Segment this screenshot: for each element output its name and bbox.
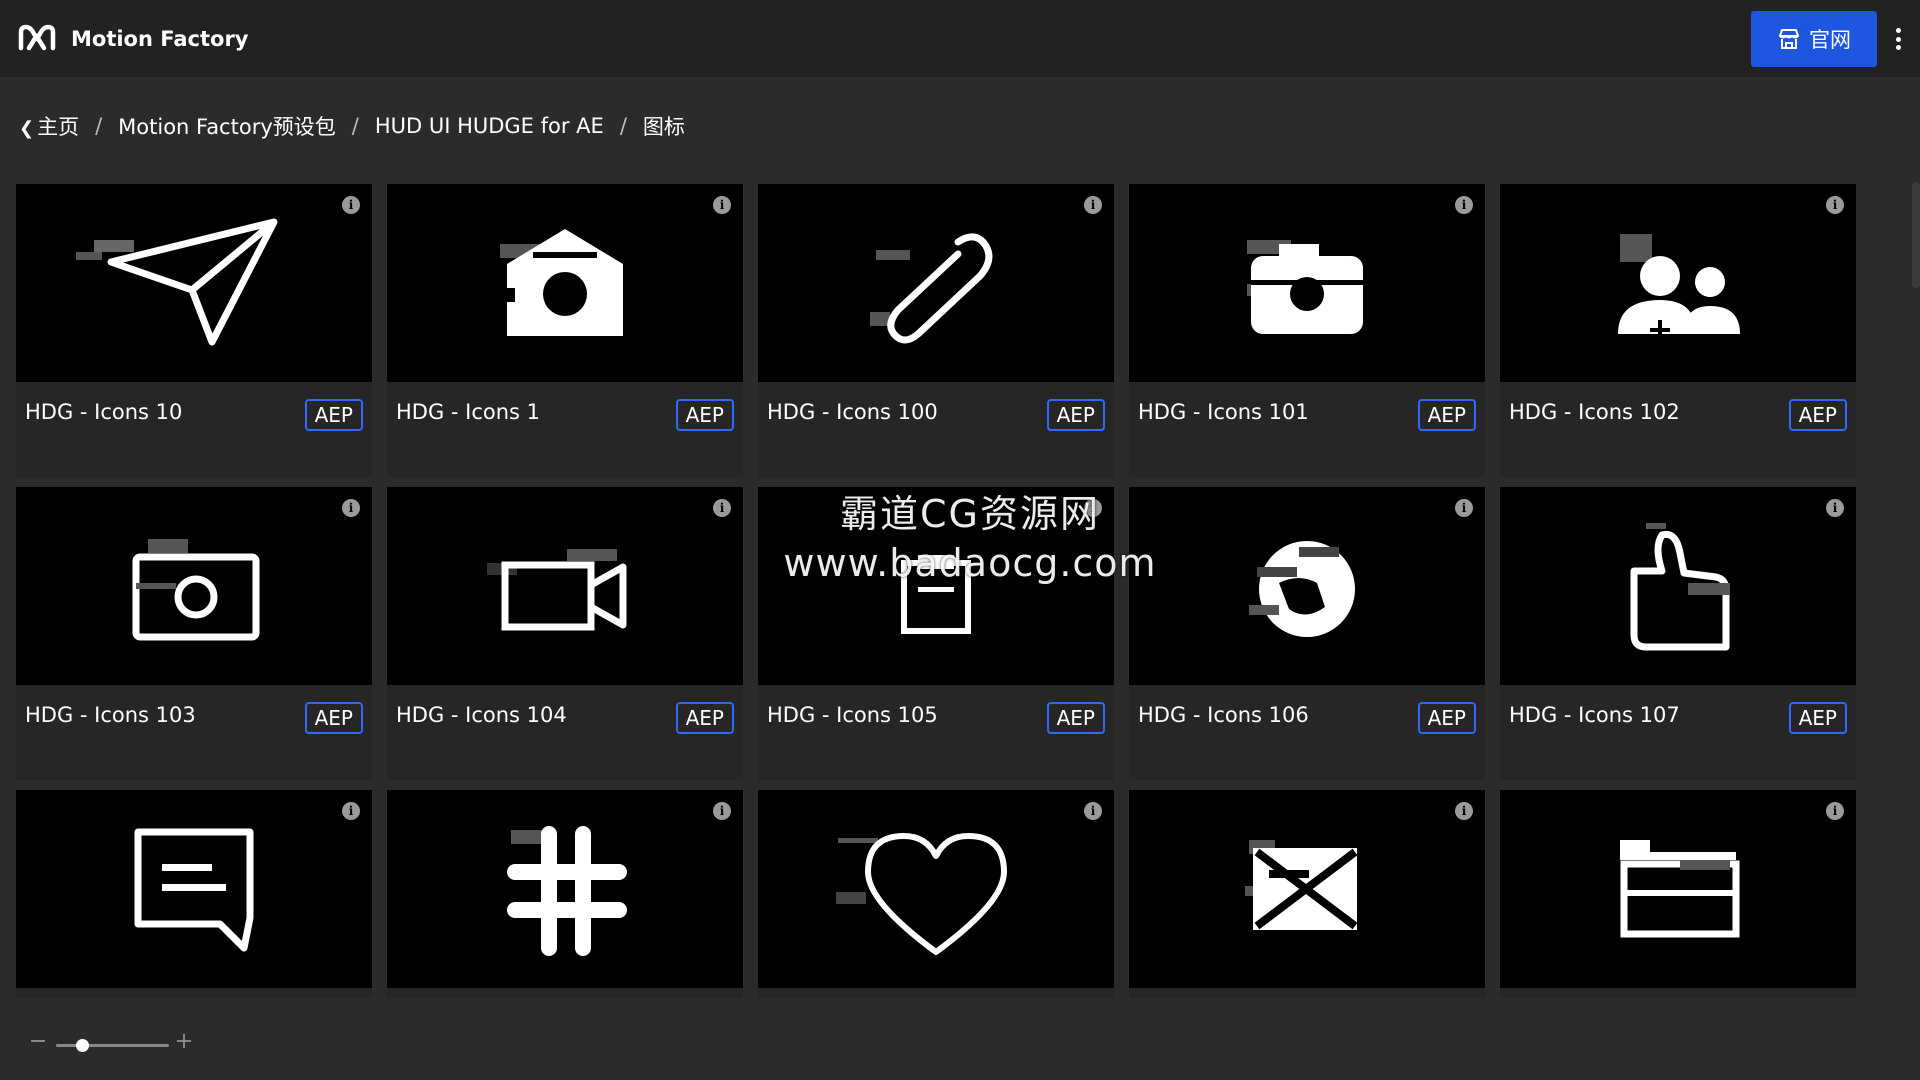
mail-icon [1245,840,1358,930]
info-icon[interactable]: i [713,499,731,517]
asset-card[interactable]: i HDG - Icons 107 AEP [1500,487,1856,780]
info-icon[interactable]: i [342,802,360,820]
asset-thumbnail[interactable]: i [1129,487,1485,685]
asset-thumbnail[interactable]: i [1500,790,1856,988]
info-icon[interactable]: i [713,802,731,820]
asset-thumbnail[interactable]: i [1129,184,1485,382]
info-icon[interactable]: i [1455,196,1473,214]
asset-thumbnail[interactable]: i [758,184,1114,382]
asset-card[interactable]: i [1129,790,1485,998]
asset-thumbnail[interactable]: i [758,790,1114,988]
asset-title: HDG - Icons 107 [1509,703,1680,727]
asset-thumbnail[interactable]: i [16,790,372,988]
asset-card[interactable]: i HDG - Icons 103 AEP [16,487,372,780]
asset-thumbnail[interactable]: i [16,184,372,382]
asset-title: HDG - Icons 104 [396,703,567,727]
asset-card[interactable]: i HDG - Icons 102 AEP [1500,184,1856,477]
info-icon[interactable]: i [1455,499,1473,517]
send-paper-plane-icon [76,218,278,346]
format-badge: AEP [1046,399,1105,431]
format-badge: AEP [675,399,734,431]
asset-thumbnail[interactable]: i [387,487,743,685]
asset-grid: i HDG - Icons 10 AEP i HDG - Icons 1 AEP i HDG … [16,184,1858,998]
info-icon[interactable]: i [713,196,731,214]
asset-title: HDG - Icons 103 [25,703,196,727]
asset-thumbnail[interactable]: i [1500,487,1856,685]
format-badge: AEP [1417,702,1476,734]
format-badge: AEP [675,702,734,734]
add-user-icon [1618,234,1740,340]
format-badge: AEP [304,399,363,431]
asset-title: HDG - Icons 1 [396,400,541,424]
camera-icon [1247,240,1363,334]
asset-title: HDG - Icons 10 [25,400,183,424]
vertical-scrollbar[interactable] [1912,182,1920,288]
folder-icon [1620,840,1740,938]
info-icon[interactable]: i [1084,802,1102,820]
thumbs-up-icon [1630,523,1730,651]
format-badge: AEP [1046,702,1105,734]
zoom-out-icon[interactable] [30,1033,46,1049]
camera-outline-icon [132,539,260,641]
chat-bubble-icon [134,828,254,952]
asset-title: HDG - Icons 102 [1509,400,1680,424]
video-camera-icon [487,549,627,631]
asset-card[interactable]: i [1500,790,1856,998]
globe-icon [1249,541,1355,637]
info-icon[interactable]: i [342,499,360,517]
home-icon [500,229,623,336]
zoom-slider[interactable] [56,1039,169,1052]
asset-card[interactable]: i [16,790,372,998]
grid-viewport: i HDG - Icons 10 AEP i HDG - Icons 1 AEP i HDG … [0,0,1920,998]
asset-thumbnail[interactable]: i [1500,184,1856,382]
asset-card[interactable]: i HDG - Icons 106 AEP [1129,487,1485,780]
info-icon[interactable]: i [1084,499,1102,517]
info-icon[interactable]: i [342,196,360,214]
asset-title: HDG - Icons 105 [767,703,938,727]
asset-card[interactable]: i HDG - Icons 104 AEP [387,487,743,780]
asset-title: HDG - Icons 100 [767,400,938,424]
asset-card[interactable]: i HDG - Icons 100 AEP [758,184,1114,477]
clipboard-icon [901,555,971,634]
asset-thumbnail[interactable]: i [1129,790,1485,988]
format-badge: AEP [1788,702,1847,734]
asset-card[interactable]: i [758,790,1114,998]
info-icon[interactable]: i [1084,196,1102,214]
info-icon[interactable]: i [1826,499,1844,517]
zoom-in-icon[interactable] [176,1033,192,1049]
asset-title: HDG - Icons 106 [1138,703,1309,727]
asset-title: HDG - Icons 101 [1138,400,1309,424]
format-badge: AEP [304,702,363,734]
asset-card[interactable]: i HDG - Icons 10 AEP [16,184,372,477]
asset-card[interactable]: i HDG - Icons 105 AEP [758,487,1114,780]
asset-thumbnail[interactable]: i [16,487,372,685]
zoom-slider-thumb[interactable] [76,1039,89,1052]
paperclip-icon [870,233,993,344]
heart-icon [836,833,1007,955]
info-icon[interactable]: i [1826,196,1844,214]
info-icon[interactable]: i [1826,802,1844,820]
format-badge: AEP [1788,399,1847,431]
hashtag-icon [507,826,627,956]
asset-card[interactable]: i HDG - Icons 101 AEP [1129,184,1485,477]
asset-thumbnail[interactable]: i [387,184,743,382]
info-icon[interactable]: i [1455,802,1473,820]
asset-thumbnail[interactable]: i [758,487,1114,685]
asset-card[interactable]: i HDG - Icons 1 AEP [387,184,743,477]
asset-thumbnail[interactable]: i [387,790,743,988]
asset-card[interactable]: i [387,790,743,998]
bottom-bar [0,998,1920,1080]
format-badge: AEP [1417,399,1476,431]
